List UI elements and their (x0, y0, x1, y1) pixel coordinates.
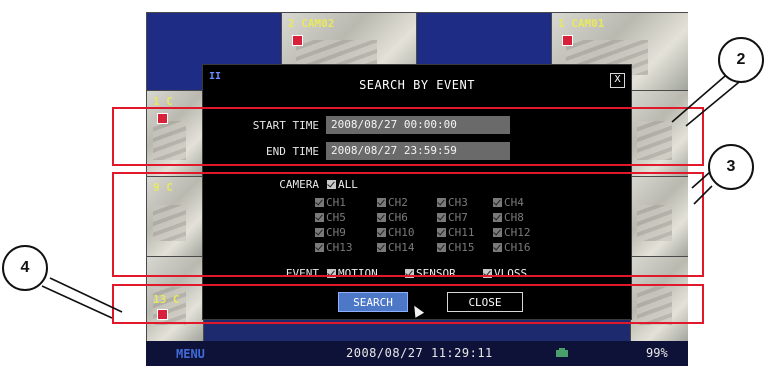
callout-3: 3 (708, 144, 754, 190)
callout-leader-lines (41, 69, 745, 319)
callout-2: 2 (718, 37, 764, 83)
callout-4: 4 (2, 245, 48, 291)
